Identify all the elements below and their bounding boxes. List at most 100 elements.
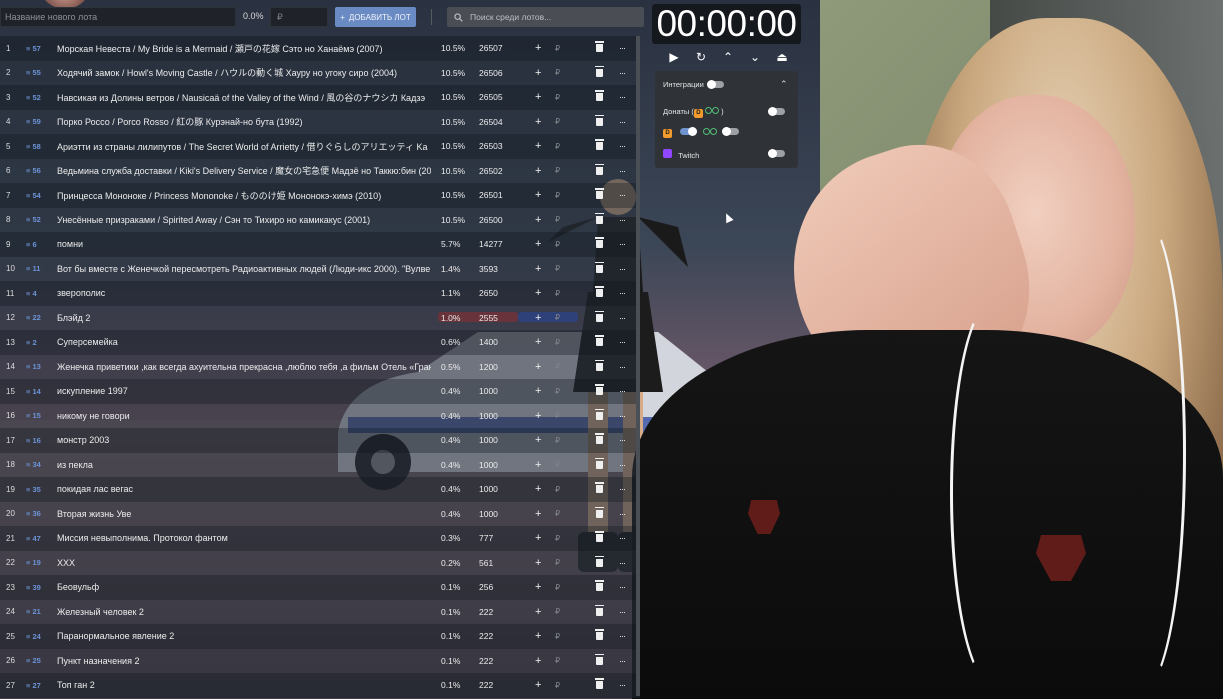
add-to-lot-button[interactable]: + — [535, 165, 541, 177]
more-options-icon[interactable]: ··· — [619, 190, 626, 200]
trash-icon[interactable] — [595, 335, 604, 347]
lot-currency-input[interactable]: ₽ — [555, 583, 560, 592]
trash-icon[interactable] — [595, 90, 604, 102]
trash-icon[interactable] — [595, 212, 604, 224]
lots-scrollbar[interactable] — [636, 36, 640, 696]
add-to-lot-button[interactable]: + — [535, 189, 541, 201]
drag-handle-id[interactable]: ≡ 52 — [26, 93, 41, 102]
more-options-icon[interactable]: ··· — [619, 92, 626, 102]
lot-row[interactable]: 21 ≡ 47 Миссия невыполнима. Протокол фанто… — [0, 526, 640, 551]
more-options-icon[interactable]: ··· — [619, 362, 626, 372]
lot-row[interactable]: 22 ≡ 19 XXX 0.2% 561 + ₽ ··· — [0, 550, 640, 575]
drag-handle-id[interactable]: ≡ 13 — [26, 362, 41, 371]
lot-currency-input[interactable]: ₽ — [555, 93, 560, 102]
lot-row[interactable]: 11 ≡ 4 зверополис 1.1% 2650 + ₽ ··· — [0, 281, 640, 306]
more-options-icon[interactable]: ··· — [619, 337, 626, 347]
trash-icon[interactable] — [595, 41, 604, 53]
add-to-lot-button[interactable]: + — [535, 116, 541, 128]
more-options-icon[interactable]: ··· — [619, 288, 626, 298]
drag-handle-id[interactable]: ≡ 27 — [26, 681, 41, 690]
add-to-lot-button[interactable]: + — [535, 238, 541, 250]
trash-icon[interactable] — [595, 408, 604, 420]
lot-row[interactable]: 2 ≡ 55 Ходячий замок / Howl's Moving Castl… — [0, 60, 640, 85]
lot-currency-input[interactable]: ₽ — [555, 632, 560, 641]
more-options-icon[interactable]: ··· — [619, 558, 626, 568]
add-to-lot-button[interactable]: + — [535, 140, 541, 152]
more-options-icon[interactable]: ··· — [619, 411, 626, 421]
drag-handle-id[interactable]: ≡ 4 — [26, 289, 37, 298]
drag-handle-id[interactable]: ≡ 21 — [26, 607, 41, 616]
lot-row[interactable]: 12 ≡ 22 Блэйд 2 1.0% 2555 + ₽ ··· — [0, 305, 640, 330]
lot-currency-input[interactable]: ₽ — [555, 362, 560, 371]
drag-handle-id[interactable]: ≡ 15 — [26, 411, 41, 420]
more-options-icon[interactable]: ··· — [619, 484, 626, 494]
lot-row[interactable]: 19 ≡ 35 покидая лас вегас 0.4% 1000 + ₽ ··· — [0, 477, 640, 502]
drag-handle-id[interactable]: ≡ 19 — [26, 558, 41, 567]
lot-row[interactable]: 6 ≡ 56 Ведьмина служба доставки / Kiki's D… — [0, 158, 640, 183]
more-options-icon[interactable]: ··· — [619, 239, 626, 249]
lot-row[interactable]: 17 ≡ 16 монстр 2003 0.4% 1000 + ₽ ··· — [0, 428, 640, 453]
add-to-lot-button[interactable]: + — [535, 630, 541, 642]
trash-icon[interactable] — [595, 457, 604, 469]
trash-icon[interactable] — [595, 359, 604, 371]
chevron-up-icon[interactable]: ⌃ — [780, 79, 788, 90]
add-to-lot-button[interactable]: + — [535, 655, 541, 667]
lot-row[interactable]: 16 ≡ 15 никому не говори 0.4% 1000 + ₽ ··· — [0, 403, 640, 428]
chevron-up-icon[interactable]: ⌃ — [720, 48, 736, 66]
more-options-icon[interactable]: ··· — [619, 141, 626, 151]
lot-currency-input[interactable]: ₽ — [555, 485, 560, 494]
lot-row[interactable]: 10 ≡ 11 Вот бы вместе с Женечкой пересмотр… — [0, 256, 640, 281]
add-to-lot-button[interactable]: + — [535, 581, 541, 593]
drag-handle-id[interactable]: ≡ 6 — [26, 240, 37, 249]
trash-icon[interactable] — [595, 65, 604, 77]
trash-icon[interactable] — [595, 678, 604, 690]
lot-currency-input[interactable]: ₽ — [555, 436, 560, 445]
play-icon[interactable]: ▶ — [666, 48, 682, 66]
trash-icon[interactable] — [595, 653, 604, 665]
drag-handle-id[interactable]: ≡ 11 — [26, 264, 40, 273]
drag-handle-id[interactable]: ≡ 14 — [26, 387, 41, 396]
drag-handle-id[interactable]: ≡ 58 — [26, 142, 41, 151]
lot-row[interactable]: 15 ≡ 14 искупление 1997 0.4% 1000 + ₽ ··· — [0, 379, 640, 404]
add-to-lot-button[interactable]: + — [535, 287, 541, 299]
drag-handle-id[interactable]: ≡ 24 — [26, 632, 41, 641]
trash-icon[interactable] — [595, 163, 604, 175]
lot-row[interactable]: 9 ≡ 6 помни 5.7% 14277 + ₽ ··· — [0, 232, 640, 257]
trash-icon[interactable] — [595, 310, 604, 322]
add-to-lot-button[interactable]: + — [535, 532, 541, 544]
lot-currency-input[interactable]: ₽ — [555, 387, 560, 396]
integrations-toggle[interactable] — [707, 80, 724, 89]
lot-currency-input[interactable]: ₽ — [555, 44, 560, 53]
trash-icon[interactable] — [595, 580, 604, 592]
more-options-icon[interactable]: ··· — [619, 435, 626, 445]
donationalerts-toggle[interactable] — [680, 127, 697, 136]
lot-row[interactable]: 27 ≡ 27 Топ ган 2 0.1% 222 + ₽ ··· — [0, 673, 640, 698]
lot-currency-input[interactable]: ₽ — [555, 117, 560, 126]
more-options-icon[interactable]: ··· — [619, 43, 626, 53]
drag-handle-id[interactable]: ≡ 52 — [26, 215, 41, 224]
drag-handle-id[interactable]: ≡ 39 — [26, 583, 41, 592]
drag-handle-id[interactable]: ≡ 35 — [26, 485, 41, 494]
lot-row[interactable]: 14 ≡ 13 Женечка приветики ,как всегда ахуи… — [0, 354, 640, 379]
more-options-icon[interactable]: ··· — [619, 509, 626, 519]
lot-currency-input[interactable]: ₽ — [555, 215, 560, 224]
drag-handle-id[interactable]: ≡ 22 — [26, 313, 41, 322]
add-to-lot-button[interactable]: + — [535, 336, 541, 348]
trash-icon[interactable] — [595, 114, 604, 126]
lot-currency-input[interactable]: ₽ — [555, 558, 560, 567]
trash-icon[interactable] — [595, 188, 604, 200]
chevron-down-icon[interactable]: ⌄ — [747, 48, 763, 66]
drag-handle-id[interactable]: ≡ 54 — [26, 191, 41, 200]
lot-currency-input[interactable]: ₽ — [555, 411, 560, 420]
trash-icon[interactable] — [595, 629, 604, 641]
lot-currency-input[interactable]: ₽ — [555, 142, 560, 151]
more-options-icon[interactable]: ··· — [619, 680, 626, 690]
lot-row[interactable]: 20 ≡ 36 Вторая жизнь Уве 0.4% 1000 + ₽ ··· — [0, 501, 640, 526]
lot-currency-input[interactable]: ₽ — [555, 338, 560, 347]
trash-icon[interactable] — [595, 286, 604, 298]
lot-amount-input[interactable]: ₽ — [270, 7, 328, 27]
more-options-icon[interactable]: ··· — [619, 117, 626, 127]
eject-icon[interactable]: ⏏ — [774, 48, 790, 66]
more-options-icon[interactable]: ··· — [619, 460, 626, 470]
drag-handle-id[interactable]: ≡ 16 — [26, 436, 41, 445]
